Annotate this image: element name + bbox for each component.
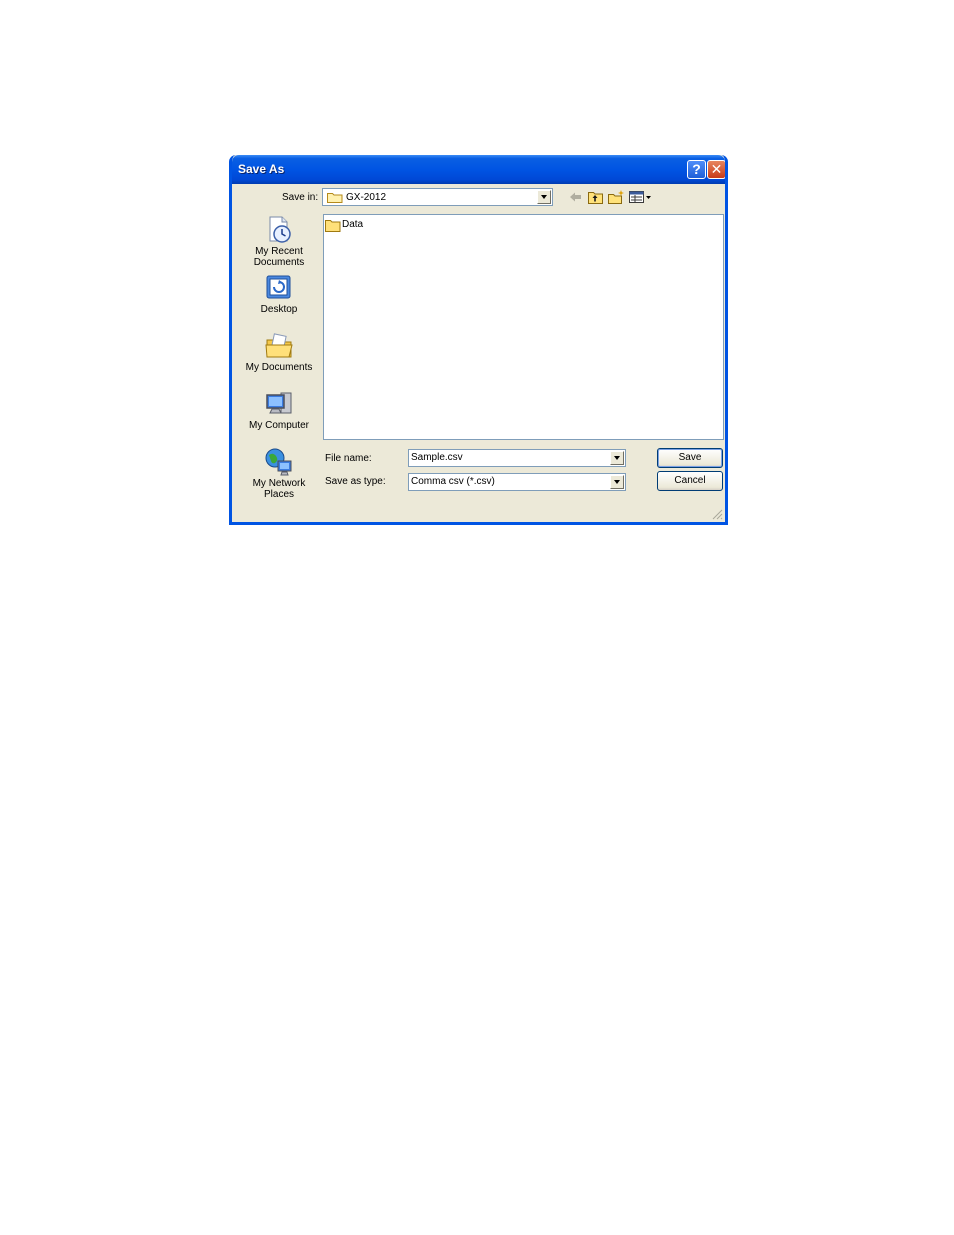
help-button[interactable]: ? — [687, 160, 706, 179]
place-desktop[interactable]: Desktop — [238, 273, 320, 315]
save-as-type-value: Comma csv (*.csv) — [411, 476, 495, 487]
dialog-title: Save As — [238, 162, 285, 176]
place-label: My Network Places — [252, 478, 306, 500]
save-in-value: GX-2012 — [346, 192, 387, 203]
views-menu-icon[interactable] — [629, 190, 653, 204]
place-my-network-places[interactable]: My Network Places — [238, 447, 320, 500]
file-name-label: File name: — [325, 453, 372, 464]
new-folder-icon[interactable] — [608, 190, 625, 204]
network-places-icon — [265, 448, 292, 476]
back-arrow-icon[interactable] — [569, 190, 583, 204]
file-name-dropdown-button[interactable] — [610, 451, 624, 465]
desktop-icon — [266, 275, 291, 299]
save-as-dialog: Save As ? ✕ Save in: GX-2012 My Recent D… — [229, 155, 728, 525]
place-label: My Recent Documents — [253, 246, 305, 268]
place-my-documents[interactable]: My Documents — [238, 331, 320, 373]
close-button[interactable]: ✕ — [707, 160, 725, 179]
save-in-dropdown-button[interactable] — [537, 190, 551, 204]
folder-icon — [327, 193, 343, 203]
my-documents-icon — [265, 333, 293, 358]
save-in-dropdown[interactable]: GX-2012 — [322, 188, 553, 206]
place-label: Desktop — [260, 304, 298, 315]
resize-grip-icon[interactable] — [711, 508, 723, 520]
my-computer-icon — [266, 392, 292, 414]
cancel-button[interactable]: Cancel — [657, 471, 723, 491]
save-as-type-dropdown[interactable]: Comma csv (*.csv) — [408, 473, 626, 491]
place-my-computer[interactable]: My Computer — [238, 389, 320, 431]
place-label: My Computer — [248, 420, 309, 431]
title-bar[interactable]: Save As ? ✕ — [232, 155, 725, 184]
file-name-value: Sample.csv — [411, 452, 463, 463]
recent-documents-icon — [269, 216, 291, 243]
save-in-label: Save in: — [282, 192, 319, 203]
place-my-recent-documents[interactable]: My Recent Documents — [238, 215, 320, 268]
file-name-field[interactable]: Sample.csv — [408, 449, 626, 467]
save-as-type-dropdown-button[interactable] — [610, 475, 624, 489]
save-button[interactable]: Save — [657, 448, 723, 468]
up-folder-icon[interactable] — [588, 190, 603, 204]
folder-icon — [325, 220, 341, 232]
file-list[interactable]: Data — [323, 214, 724, 440]
file-name: Data — [342, 219, 364, 230]
save-as-type-label: Save as type: — [325, 476, 386, 487]
place-label: My Documents — [245, 362, 313, 373]
